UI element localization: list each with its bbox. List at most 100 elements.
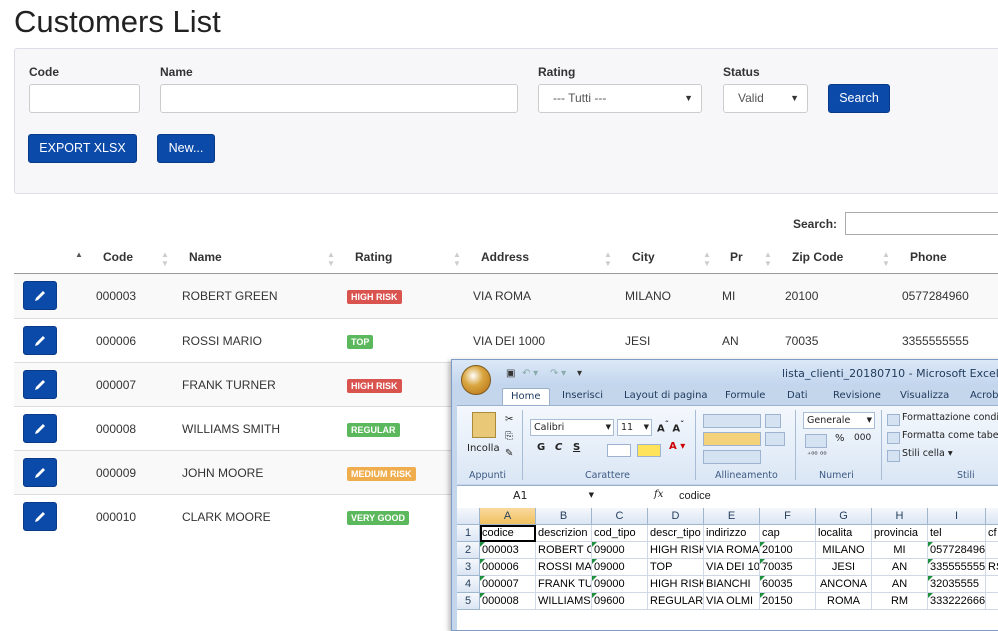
name-box[interactable]: A1 ▼ bbox=[461, 488, 596, 505]
sheet-cell[interactable]: 09600 bbox=[592, 593, 648, 610]
conditional-format-button[interactable]: Formattazione condi bbox=[902, 412, 998, 423]
sheet-cell[interactable] bbox=[986, 542, 998, 559]
sheet-cell[interactable]: MI bbox=[872, 542, 928, 559]
italic-button[interactable]: C bbox=[555, 442, 562, 453]
tab-acrobat[interactable]: Acroba bbox=[970, 390, 998, 401]
tab-formule[interactable]: Formule bbox=[725, 390, 765, 401]
sheet-cell[interactable]: RS bbox=[986, 559, 998, 576]
qat-menu-icon[interactable]: ▾ bbox=[577, 368, 582, 379]
font-name-select[interactable]: Calibri ▼ bbox=[530, 419, 614, 436]
font-color-icon[interactable]: A ▾ bbox=[669, 441, 685, 452]
tab-layout[interactable]: Layout di pagina bbox=[624, 390, 708, 401]
tab-dati[interactable]: Dati bbox=[787, 390, 808, 401]
sheet-cell[interactable]: FRANK TU bbox=[536, 576, 592, 593]
edit-button[interactable] bbox=[23, 326, 57, 355]
redo-icon[interactable]: ↷ ▾ bbox=[550, 368, 566, 379]
sheet-cell[interactable]: 20100 bbox=[760, 542, 816, 559]
percent-button[interactable]: % bbox=[835, 433, 845, 444]
tab-inserisci[interactable]: Inserisci bbox=[562, 390, 603, 401]
sheet-cell[interactable]: cf bbox=[986, 525, 998, 542]
col-header-phone[interactable]: Phone bbox=[910, 250, 947, 264]
save-icon[interactable]: ▣ bbox=[506, 368, 515, 379]
sheet-cell[interactable] bbox=[986, 576, 998, 593]
export-xlsx-button[interactable]: EXPORT XLSX bbox=[28, 134, 137, 163]
col-header[interactable]: H bbox=[872, 508, 928, 525]
sheet-cell[interactable] bbox=[986, 593, 998, 610]
underline-button[interactable]: S bbox=[573, 442, 580, 453]
sort-icon[interactable]: ▲ ▼ bbox=[764, 250, 772, 268]
sheet-cell[interactable]: ROSSI MA bbox=[536, 559, 592, 576]
search-button[interactable]: Search bbox=[828, 84, 890, 113]
bold-button[interactable]: G bbox=[537, 442, 545, 453]
col-header[interactable]: E bbox=[704, 508, 760, 525]
tab-revisione[interactable]: Revisione bbox=[833, 390, 881, 401]
table-search-input[interactable] bbox=[845, 212, 998, 235]
grow-font-icon[interactable]: Aˆ Aˇ bbox=[657, 419, 684, 434]
align-center-icons[interactable] bbox=[703, 432, 761, 446]
sort-icon[interactable]: ▲ ▼ bbox=[453, 250, 461, 268]
copy-icon[interactable]: ⎘ bbox=[505, 431, 513, 442]
row-header[interactable]: 2 bbox=[457, 542, 480, 559]
sort-icon[interactable]: ▲ ▼ bbox=[161, 250, 169, 268]
edit-button[interactable] bbox=[23, 370, 57, 399]
fill-color-icon[interactable] bbox=[637, 444, 661, 457]
new-button[interactable]: New... bbox=[157, 134, 215, 163]
sheet-cell[interactable]: JESI bbox=[816, 559, 872, 576]
col-header-code[interactable]: Code bbox=[103, 250, 133, 264]
sheet-cell[interactable]: TOP bbox=[648, 559, 704, 576]
sort-icon[interactable]: ▲ ▼ bbox=[882, 250, 890, 268]
sheet-cell[interactable]: 000003 bbox=[480, 542, 536, 559]
spreadsheet-grid[interactable]: A B C D E F G H I 1 codice descrizion cod_t… bbox=[457, 508, 998, 630]
row-header[interactable]: 1 bbox=[457, 525, 480, 542]
sheet-cell[interactable]: ANCONA bbox=[816, 576, 872, 593]
sheet-cell[interactable]: tel bbox=[928, 525, 986, 542]
merge-cells-icon[interactable] bbox=[765, 432, 785, 446]
sort-icon[interactable]: ▲ ▼ bbox=[604, 250, 612, 268]
sheet-cell[interactable]: localita bbox=[816, 525, 872, 542]
sheet-cell[interactable]: 32035555 bbox=[928, 576, 986, 593]
sort-icon[interactable]: ▲ ▼ bbox=[327, 250, 335, 268]
format-painter-icon[interactable]: ✎ bbox=[505, 448, 513, 459]
undo-icon[interactable]: ↶ ▾ bbox=[522, 368, 538, 379]
align-top-icons[interactable] bbox=[703, 414, 761, 428]
sheet-cell[interactable]: 000007 bbox=[480, 576, 536, 593]
sheet-cell[interactable]: descrizion bbox=[536, 525, 592, 542]
sheet-cell[interactable]: RM bbox=[872, 593, 928, 610]
col-header-city[interactable]: City bbox=[632, 250, 655, 264]
status-select[interactable]: Valid ▼ bbox=[723, 84, 808, 113]
indent-icons[interactable] bbox=[703, 450, 761, 464]
sheet-cell[interactable]: 0577284960 bbox=[928, 542, 986, 559]
sheet-cell[interactable]: BIANCHI bbox=[704, 576, 760, 593]
wrap-text-icon[interactable] bbox=[765, 414, 781, 428]
decimal-increase-icon[interactable]: ⁺⁰⁰ ⁰⁰ bbox=[807, 450, 827, 459]
sheet-cell[interactable]: REGULAR bbox=[648, 593, 704, 610]
sheet-cell[interactable]: 3355555555 bbox=[928, 559, 986, 576]
sheet-cell[interactable]: 09000 bbox=[592, 576, 648, 593]
sheet-cell[interactable]: AN bbox=[872, 576, 928, 593]
col-header-pr[interactable]: Pr bbox=[730, 250, 743, 264]
paste-button[interactable]: Incolla bbox=[467, 443, 500, 454]
code-input[interactable] bbox=[29, 84, 140, 113]
sheet-cell[interactable]: cod_tipo bbox=[592, 525, 648, 542]
col-header[interactable]: G bbox=[816, 508, 872, 525]
edit-button[interactable] bbox=[23, 502, 57, 531]
sheet-cell[interactable]: 20150 bbox=[760, 593, 816, 610]
sheet-cell[interactable]: ROBERT G bbox=[536, 542, 592, 559]
col-header-rating[interactable]: Rating bbox=[355, 250, 392, 264]
sheet-cell[interactable]: HIGH RISK bbox=[648, 576, 704, 593]
col-header-address[interactable]: Address bbox=[481, 250, 529, 264]
row-header[interactable]: 5 bbox=[457, 593, 480, 610]
edit-button[interactable] bbox=[23, 414, 57, 443]
col-header[interactable]: C bbox=[592, 508, 648, 525]
sheet-cell[interactable]: 333222666 bbox=[928, 593, 986, 610]
col-header[interactable]: I bbox=[928, 508, 986, 525]
sheet-cell[interactable]: indirizzo bbox=[704, 525, 760, 542]
col-header-zip[interactable]: Zip Code bbox=[792, 250, 843, 264]
tab-home[interactable]: Home bbox=[502, 388, 550, 405]
cut-icon[interactable]: ✂ bbox=[505, 414, 513, 425]
col-header[interactable]: A bbox=[480, 508, 536, 525]
thousands-button[interactable]: 000 bbox=[854, 433, 871, 443]
edit-button[interactable] bbox=[23, 458, 57, 487]
cell-styles-button[interactable]: Stili cella ▾ bbox=[902, 448, 953, 459]
edit-button[interactable] bbox=[23, 281, 57, 310]
